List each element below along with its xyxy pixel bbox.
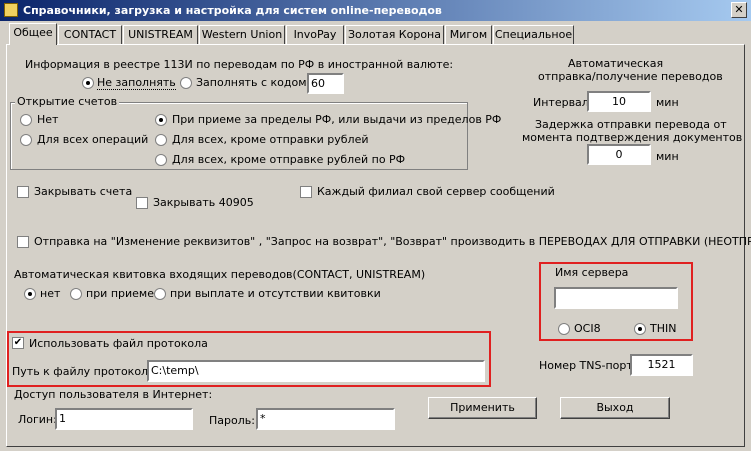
internet-access-label: Доступ пользователя в Интернет: [14,388,213,401]
close-accounts-checkbox[interactable] [17,186,29,198]
account-opening-none-radio[interactable] [20,114,32,126]
account-opening-abroad-label: При приеме за пределы РФ, или выдачи из … [172,113,502,126]
auto-receipt-none-label: нет [40,287,61,300]
registry-label: Информация в реестре 113И по переводам п… [25,58,454,71]
tab-migom[interactable]: Мигом [445,25,492,44]
close-40905-checkbox[interactable] [136,197,148,209]
oci8-radio[interactable] [558,323,570,335]
tab-special[interactable]: Специальное [493,25,574,44]
delay-unit: мин [656,150,679,163]
server-name-label: Имя сервера [555,266,629,279]
apply-button[interactable]: Применить [428,397,537,419]
account-opening-except-rub-rf-radio[interactable] [155,154,167,166]
fill-code-label: Заполнять с кодом [196,76,307,89]
delay-label-2: момента подтверждения документов [522,131,743,144]
branch-server-checkbox[interactable] [300,186,312,198]
code-input[interactable]: 60 [307,73,344,94]
account-opening-abroad-radio[interactable] [155,114,167,126]
delay-label-1: Задержка отправки перевода от [535,118,727,131]
account-opening-except-rub-radio[interactable] [155,134,167,146]
account-opening-all-label: Для всех операций [37,133,149,146]
tab-zolotaya-korona[interactable]: Золотая Корона [345,25,444,44]
password-label: Пароль: [209,414,255,427]
login-input[interactable]: 1 [55,408,193,430]
oci8-label: OCI8 [574,322,601,335]
auto-exchange-title-1: Автоматическая [568,57,664,70]
window-title: Справочники, загрузка и настройка для си… [23,4,442,17]
tab-unistream[interactable]: UNISTREAM [123,25,198,44]
close-button[interactable]: ✕ [731,2,747,18]
interval-input[interactable]: 10 [587,91,651,112]
protocol-path-input[interactable]: C:\temp\ [147,360,485,382]
auto-receipt-on-payout-radio[interactable] [154,288,166,300]
auto-receipt-on-accept-label: при приеме [86,287,154,300]
auto-receipt-on-payout-label: при выплате и отсутствии квитовки [170,287,381,300]
interval-label: Интервал [533,96,589,109]
account-opening-group-label: Открытие счетов [15,95,120,108]
protocol-path-label: Путь к файлу протокола [12,365,155,378]
change-details-label: Отправка на "Изменение реквизитов" , "За… [34,235,751,248]
account-opening-except-rub-rf-label: Для всех, кроме отправке рублей по РФ [172,153,406,166]
tab-western-union[interactable]: Western Union [199,25,285,44]
change-details-checkbox[interactable] [17,236,29,248]
password-input[interactable]: * [256,408,395,430]
account-opening-all-radio[interactable] [20,134,32,146]
account-opening-except-rub-label: Для всех, кроме отправки рублей [172,133,369,146]
thin-radio[interactable] [634,323,646,335]
tns-port-label: Номер TNS-порта [539,359,640,372]
close-40905-label: Закрывать 40905 [153,196,254,209]
use-protocol-label: Использовать файл протокола [29,337,208,350]
exit-button[interactable]: Выход [560,397,670,419]
close-accounts-label: Закрывать счета [34,185,133,198]
tab-invopay[interactable]: InvoPay [286,25,344,44]
delay-input[interactable]: 0 [587,144,651,165]
tab-contact[interactable]: CONTACT [58,25,122,44]
auto-receipt-label: Автоматическая квитовка входящих перевод… [14,268,426,281]
auto-receipt-on-accept-radio[interactable] [70,288,82,300]
title-bar: Справочники, загрузка и настройка для си… [0,0,751,21]
no-fill-radio[interactable] [82,77,94,89]
branch-server-label: Каждый филиал свой сервер сообщений [317,185,555,198]
tab-general[interactable]: Общее [9,23,57,45]
no-fill-label: Не заполнять [97,76,176,90]
interval-unit: мин [656,96,679,109]
server-name-input[interactable] [554,287,678,309]
thin-label: THIN [650,322,677,335]
login-label: Логин: [18,413,57,426]
account-opening-none-label: Нет [37,113,59,126]
use-protocol-checkbox[interactable]: ✔ [12,337,24,349]
tns-port-input[interactable]: 1521 [630,354,693,376]
auto-receipt-none-radio[interactable] [24,288,36,300]
auto-exchange-title-2: отправка/получение переводов [538,70,723,83]
fill-code-radio[interactable] [180,77,192,89]
app-icon [4,3,18,17]
